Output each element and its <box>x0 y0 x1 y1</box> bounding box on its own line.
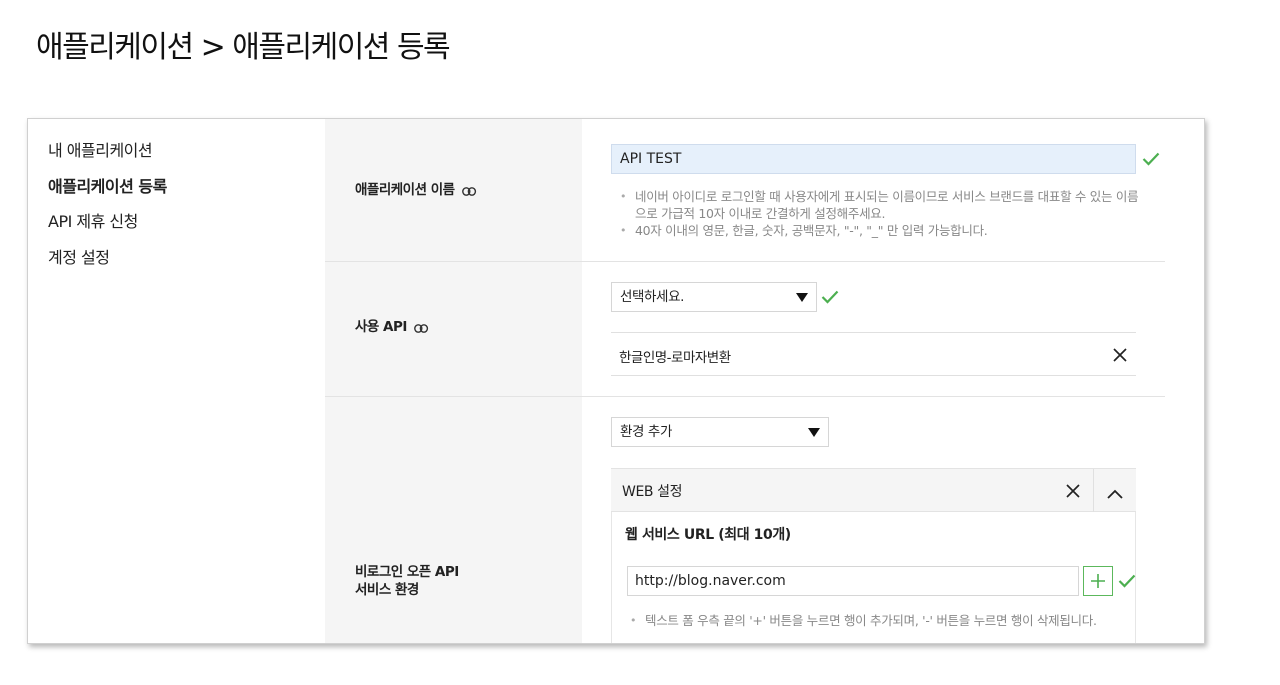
add-url-plus-button[interactable] <box>1083 566 1113 596</box>
web-settings-title: WEB 설정 <box>622 484 683 500</box>
main-panel: 내 애플리케이션 애플리케이션 등록 API 제휴 신청 계정 설정 애플리케이… <box>27 118 1205 644</box>
api-label-text: 사용 API <box>355 319 407 335</box>
dropdown-arrow-icon <box>796 293 808 302</box>
web-service-url-input[interactable] <box>627 566 1079 596</box>
remove-web-close-icon[interactable] <box>1066 483 1080 502</box>
sidebar-item-register-app[interactable]: 애플리케이션 등록 <box>48 169 167 205</box>
selected-api-item: 한글인명-로마자변환 <box>611 332 1136 376</box>
collapse-chevron-up-icon[interactable] <box>1107 484 1123 503</box>
link-icon[interactable] <box>461 183 477 201</box>
api-label: 사용 API <box>355 318 429 338</box>
link-icon[interactable] <box>414 320 429 338</box>
sidebar-item-account-settings[interactable]: 계정 설정 <box>48 240 167 276</box>
check-icon <box>1118 573 1136 592</box>
selected-api-label: 한글인명-로마자변환 <box>619 350 731 366</box>
sidebar: 내 애플리케이션 애플리케이션 등록 API 제휴 신청 계정 설정 <box>48 133 167 275</box>
web-settings-header: WEB 설정 <box>611 468 1136 512</box>
help-text: 텍스트 폼 우측 끝의 '+' 버튼을 누르면 행이 추가되며, '-' 버튼을… <box>626 612 1118 629</box>
plus-icon <box>1091 574 1105 588</box>
env-add-select-value: 환경 추가 <box>620 424 672 440</box>
url-help: 텍스트 폼 우측 끝의 '+' 버튼을 누르면 행이 추가되며, '-' 버튼을… <box>626 612 1118 629</box>
app-name-help: 네이버 아이디로 로그인할 때 사용자에게 표시되는 이름이므로 서비스 브랜드… <box>616 188 1146 239</box>
env-add-select[interactable]: 환경 추가 <box>611 417 829 447</box>
api-select-value: 선택하세요. <box>620 289 684 305</box>
remove-api-close-icon[interactable] <box>1113 347 1127 366</box>
help-text: 네이버 아이디로 로그인할 때 사용자에게 표시되는 이름이므로 서비스 브랜드… <box>616 188 1146 222</box>
api-select[interactable]: 선택하세요. <box>611 282 817 312</box>
page-title: 애플리케이션 > 애플리케이션 등록 <box>36 30 451 65</box>
help-text: 40자 이내의 영문, 한글, 숫자, 공백문자, "-", "_" 만 입력 … <box>616 222 1146 239</box>
sidebar-item-api-partnership[interactable]: API 제휴 신청 <box>48 204 167 240</box>
row-divider <box>325 261 1165 262</box>
dropdown-arrow-icon <box>808 428 820 437</box>
row-divider <box>325 396 1165 397</box>
app-name-label-text: 애플리케이션 이름 <box>355 182 455 198</box>
check-icon <box>1142 151 1160 170</box>
app-name-input[interactable] <box>611 144 1136 174</box>
env-label-line2: 서비스 환경 <box>355 582 419 598</box>
check-icon <box>821 289 839 308</box>
app-name-label: 애플리케이션 이름 <box>355 181 477 201</box>
env-label-line1: 비로그인 오픈 API <box>355 564 459 580</box>
sidebar-item-my-apps[interactable]: 내 애플리케이션 <box>48 133 167 169</box>
env-label: 비로그인 오픈 API 서비스 환경 <box>355 563 459 599</box>
divider <box>1093 469 1094 512</box>
web-service-url-title: 웹 서비스 URL (최대 10개) <box>625 527 791 543</box>
